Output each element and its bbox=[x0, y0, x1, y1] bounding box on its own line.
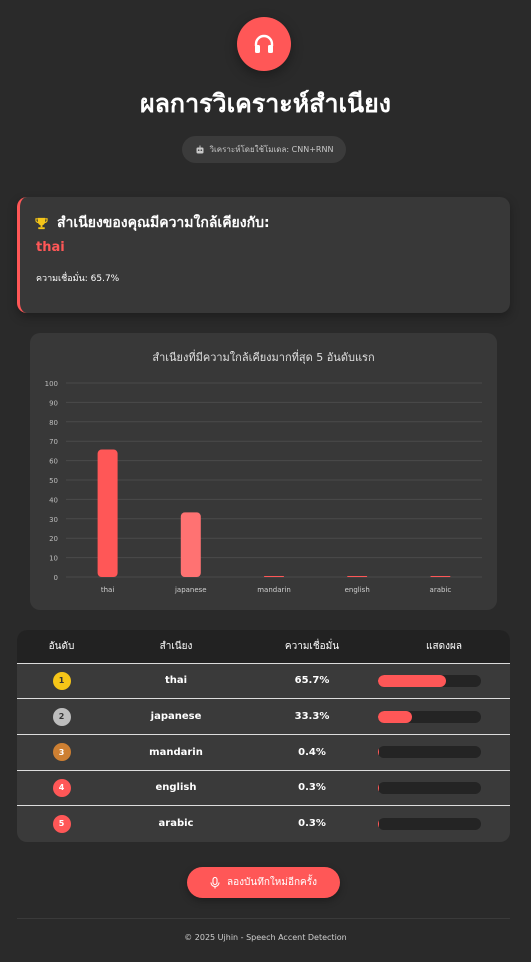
detected-accent: thai bbox=[36, 240, 65, 255]
y-tick-label: 80 bbox=[49, 419, 58, 427]
table-row: 2 japanese 33.3% bbox=[17, 698, 510, 735]
ranking-table: อันดับ สำเนียง ความเชื่อมั่น แสดงผล 1 tha… bbox=[17, 630, 510, 842]
result-heading-text: สำเนียงของคุณมีความใกล้เคียงกับ: bbox=[57, 215, 270, 231]
y-tick-label: 10 bbox=[49, 555, 58, 563]
header-accent: สำเนียง bbox=[159, 640, 193, 652]
rank-badge: 1 bbox=[52, 671, 71, 690]
microphone-icon bbox=[210, 876, 220, 888]
result-card: สำเนียงของคุณมีความใกล้เคียงกับ: thai คว… bbox=[17, 197, 510, 313]
y-tick-label: 70 bbox=[49, 438, 58, 446]
y-tick-label: 40 bbox=[49, 496, 58, 504]
confidence-bar-track bbox=[378, 710, 481, 723]
bar-thai[interactable] bbox=[97, 449, 118, 577]
header-rank: อันดับ bbox=[48, 640, 75, 652]
display-cell bbox=[378, 734, 510, 770]
confidence-cell: 0.3% bbox=[298, 818, 326, 830]
model-badge: วิเคราะห์โดยใช้โมเดล: CNN+RNN bbox=[182, 136, 346, 163]
y-tick-label: 30 bbox=[49, 516, 58, 524]
confidence-bar-track bbox=[378, 781, 481, 794]
confidence-bar-track bbox=[378, 746, 481, 759]
y-tick-label: 0 bbox=[54, 574, 58, 582]
rank-badge: 2 bbox=[52, 707, 71, 726]
rank-badge: 3 bbox=[52, 743, 71, 762]
retry-record-button[interactable]: ลองบันทึกใหม่อีกครั้ง bbox=[187, 867, 340, 898]
bar-english[interactable] bbox=[347, 576, 368, 577]
table-row: 1 thai 65.7% bbox=[17, 663, 510, 699]
top5-accent-chart: 0 10 20 30 40 50 60 70 80 90 100 thai japanese mandar… bbox=[45, 380, 482, 594]
rank-cell: 3 bbox=[17, 734, 106, 770]
footer-text: © 2025 Ujhin - Speech Accent Detection bbox=[184, 933, 347, 942]
chart-card: สำเนียงที่มีความใกล้เคียงมากที่สุด 5 อัน… bbox=[30, 333, 497, 610]
confidence-bar-track bbox=[378, 674, 481, 687]
headphones-icon bbox=[254, 34, 274, 53]
bar-arabic[interactable] bbox=[430, 576, 451, 577]
header-display: แสดงผล bbox=[426, 640, 462, 652]
confidence-bar-fill bbox=[378, 781, 380, 794]
accent-cell: english bbox=[155, 782, 197, 794]
confidence-cell: 65.7% bbox=[294, 675, 330, 687]
confidence-text: ความเชื่อมั่น: 65.7% bbox=[36, 274, 120, 284]
rank-cell: 1 bbox=[17, 663, 106, 699]
bar-mandarin[interactable] bbox=[264, 576, 284, 577]
display-cell bbox=[378, 663, 510, 699]
header-confidence: ความเชื่อมั่น bbox=[284, 640, 340, 652]
accent-cell: thai bbox=[164, 675, 188, 687]
table-row: 4 english 0.3% bbox=[17, 770, 510, 806]
y-tick-label: 50 bbox=[49, 477, 58, 485]
rank-cell: 5 bbox=[17, 806, 106, 842]
display-cell bbox=[378, 806, 510, 842]
rank-cell: 2 bbox=[17, 699, 106, 735]
x-tick-label: mandarin bbox=[257, 586, 291, 594]
rank-cell: 4 bbox=[17, 770, 106, 806]
confidence-bar-fill bbox=[378, 746, 380, 759]
x-tick-label: japanese bbox=[174, 586, 207, 594]
x-tick-label: thai bbox=[101, 586, 114, 594]
table-row: 3 mandarin 0.4% bbox=[17, 734, 510, 770]
confidence-cell: 33.3% bbox=[294, 711, 330, 723]
accent-cell: japanese bbox=[150, 711, 202, 723]
display-cell bbox=[378, 770, 510, 806]
y-tick-label: 60 bbox=[49, 458, 58, 466]
rank-badge: 5 bbox=[52, 814, 71, 833]
headphones-logo bbox=[237, 17, 291, 71]
accent-cell: mandarin bbox=[149, 746, 203, 758]
x-tick-label: english bbox=[345, 586, 370, 594]
result-heading: สำเนียงของคุณมีความใกล้เคียงกับ: bbox=[35, 212, 270, 234]
display-cell bbox=[378, 699, 510, 735]
table-header-row: อันดับ สำเนียง ความเชื่อมั่น แสดงผล bbox=[17, 630, 510, 663]
y-tick-label: 20 bbox=[49, 535, 58, 543]
model-label: วิเคราะห์โดยใช้โมเดล: CNN+RNN bbox=[209, 145, 334, 154]
confidence-cell: 0.3% bbox=[298, 782, 326, 794]
y-tick-label: 100 bbox=[45, 380, 58, 388]
x-tick-label: arabic bbox=[430, 586, 452, 594]
footer-divider bbox=[17, 918, 510, 919]
trophy-icon bbox=[35, 217, 48, 229]
y-tick-label: 90 bbox=[49, 399, 58, 407]
page-title: ผลการวิเคราะห์สำเนียง bbox=[139, 89, 392, 118]
accent-cell: arabic bbox=[158, 818, 194, 830]
confidence-bar-fill bbox=[378, 674, 446, 687]
rank-badge: 4 bbox=[52, 778, 71, 797]
confidence-bar-fill bbox=[378, 710, 413, 723]
bar-japanese[interactable] bbox=[180, 512, 201, 577]
table-row: 5 arabic 0.3% bbox=[17, 805, 510, 842]
confidence-bar-track bbox=[378, 817, 481, 830]
robot-icon bbox=[196, 145, 204, 153]
confidence-bar-fill bbox=[378, 817, 380, 830]
retry-label: ลองบันทึกใหม่อีกครั้ง bbox=[227, 877, 317, 888]
confidence-cell: 0.4% bbox=[298, 746, 326, 758]
